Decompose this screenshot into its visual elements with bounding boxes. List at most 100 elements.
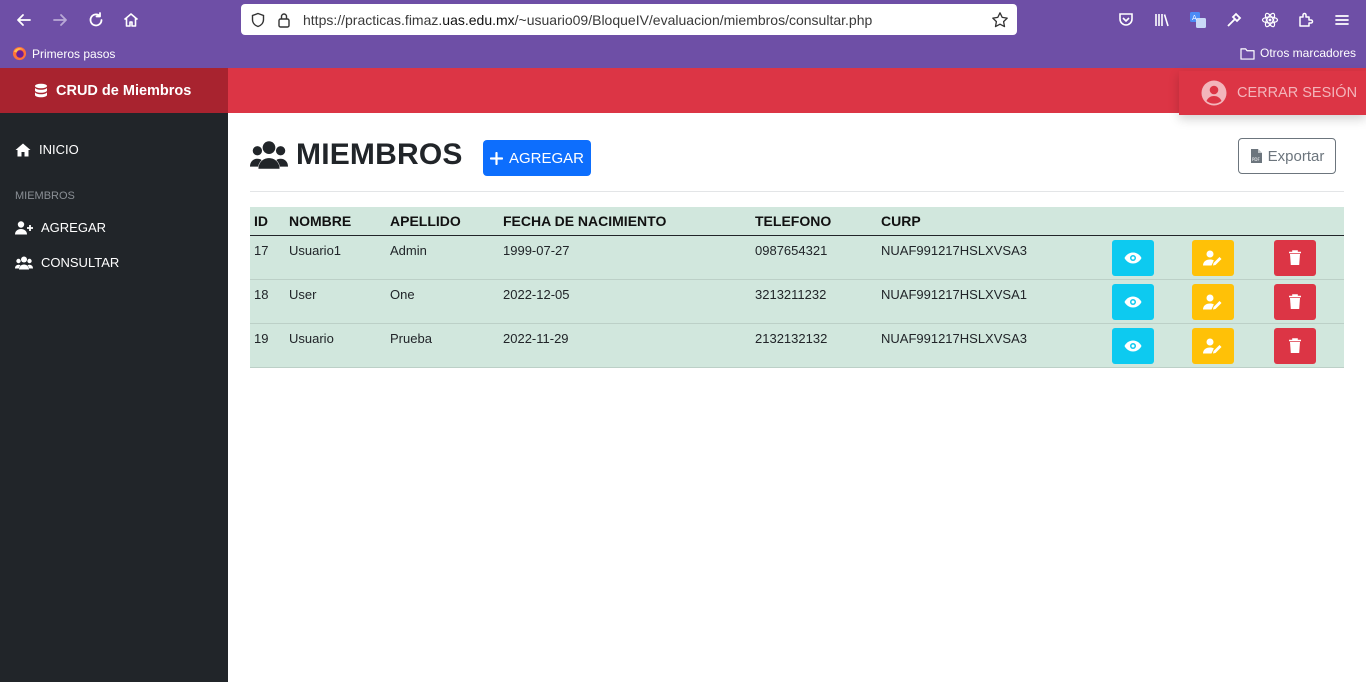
cell-curp: NUAF991217HSLXVSA3 <box>877 235 1108 280</box>
library-icon[interactable] <box>1151 9 1173 31</box>
logout-button[interactable]: CERRAR SESIÓN <box>1179 71 1366 115</box>
cell-view <box>1108 323 1188 368</box>
cell-id: 17 <box>250 235 285 280</box>
bookmarks-bar: Primeros pasos Otros marcadores <box>0 40 1366 67</box>
col-header-apellido: APELLIDO <box>386 207 499 236</box>
sidebar-section-heading: MIEMBROS <box>15 190 75 202</box>
view-button[interactable] <box>1112 239 1154 276</box>
user-plus-icon <box>15 220 33 234</box>
arrow-left-icon <box>17 14 31 26</box>
bookmark-primeros-pasos[interactable]: Primeros pasos <box>12 46 115 61</box>
cell-view <box>1108 279 1188 324</box>
page-header: MIEMBROS <box>250 138 463 172</box>
export-button[interactable]: PDF Exportar <box>1238 138 1336 174</box>
forward-button[interactable] <box>48 8 72 32</box>
sidebar-item-consultar[interactable]: CONSULTAR <box>15 255 119 270</box>
sidebar-brand[interactable]: CRUD de Miembros <box>0 68 228 113</box>
col-header-nombre: NOMBRE <box>285 207 386 236</box>
cell-view <box>1108 235 1188 280</box>
plus-icon <box>489 151 503 165</box>
cell-fecha: 2022-11-29 <box>499 323 751 368</box>
col-header-curp: CURP <box>877 207 1108 236</box>
eyedropper-icon[interactable] <box>1223 9 1245 31</box>
home-icon <box>15 143 31 156</box>
cell-telefono: 0987654321 <box>751 235 877 280</box>
extensions-icon[interactable] <box>1295 9 1317 31</box>
edit-button[interactable] <box>1192 239 1234 276</box>
table-header-row: ID NOMBRE APELLIDO FECHA DE NACIMIENTO T… <box>250 207 1344 236</box>
table-row: 19 Usuario Prueba 2022-11-29 2132132132 … <box>250 323 1344 368</box>
cell-id: 18 <box>250 279 285 324</box>
edit-button[interactable] <box>1192 283 1234 320</box>
trash-icon <box>1289 337 1301 353</box>
lock-icon[interactable] <box>275 11 293 29</box>
pocket-icon[interactable] <box>1115 9 1137 31</box>
translate-icon[interactable]: A <box>1187 9 1209 31</box>
view-button[interactable] <box>1112 283 1154 320</box>
page-title: MIEMBROS <box>296 138 463 171</box>
delete-button[interactable] <box>1274 327 1316 364</box>
view-button[interactable] <box>1112 327 1154 364</box>
react-devtools-icon[interactable] <box>1259 9 1281 31</box>
reload-button[interactable] <box>84 8 108 32</box>
menu-icon[interactable] <box>1331 9 1353 31</box>
delete-button[interactable] <box>1274 239 1316 276</box>
database-icon <box>35 83 47 97</box>
col-header-fecha: FECHA DE NACIMIENTO <box>499 207 751 236</box>
reload-icon <box>89 12 103 27</box>
home-button[interactable] <box>119 8 143 32</box>
add-member-button[interactable]: AGREGAR <box>483 140 591 176</box>
cell-edit <box>1188 235 1270 280</box>
col-header-view <box>1108 207 1188 236</box>
back-button[interactable] <box>12 8 36 32</box>
firefox-icon <box>12 46 27 61</box>
url-text[interactable]: https://practicas.fimaz.uas.edu.mx/~usua… <box>303 12 872 28</box>
bookmark-otros-marcadores[interactable]: Otros marcadores <box>1240 46 1356 60</box>
folder-icon <box>1240 47 1255 60</box>
top-navbar: CERRAR SESIÓN <box>228 68 1366 115</box>
svg-text:PDF: PDF <box>1252 157 1260 162</box>
sidebar-item-agregar[interactable]: AGREGAR <box>15 220 106 235</box>
users-icon <box>250 141 288 169</box>
col-header-telefono: TELEFONO <box>751 207 877 236</box>
table-row: 17 Usuario1 Admin 1999-07-27 0987654321 … <box>250 235 1344 280</box>
col-header-id: ID <box>250 207 285 236</box>
cell-edit <box>1188 279 1270 324</box>
table-row: 18 User One 2022-12-05 3213211232 NUAF99… <box>250 279 1344 324</box>
cell-edit <box>1188 323 1270 368</box>
sidebar-item-inicio[interactable]: INICIO <box>15 142 79 157</box>
cell-delete <box>1270 279 1344 324</box>
home-icon <box>123 13 139 27</box>
cell-nombre: Usuario <box>285 323 386 368</box>
arrow-right-icon <box>53 14 67 26</box>
cell-apellido: Admin <box>386 235 499 280</box>
col-header-delete <box>1270 207 1344 236</box>
cell-delete <box>1270 235 1344 280</box>
members-table: ID NOMBRE APELLIDO FECHA DE NACIMIENTO T… <box>250 207 1344 368</box>
cell-fecha: 2022-12-05 <box>499 279 751 324</box>
cell-telefono: 2132132132 <box>751 323 877 368</box>
star-icon[interactable] <box>991 11 1009 29</box>
cell-apellido: Prueba <box>386 323 499 368</box>
cell-id: 19 <box>250 323 285 368</box>
edit-button[interactable] <box>1192 327 1234 364</box>
cell-fecha: 1999-07-27 <box>499 235 751 280</box>
cell-delete <box>1270 323 1344 368</box>
cell-telefono: 3213211232 <box>751 279 877 324</box>
divider <box>250 191 1344 192</box>
col-header-edit <box>1188 207 1270 236</box>
user-edit-icon <box>1203 294 1222 309</box>
url-bar[interactable]: https://practicas.fimaz.uas.edu.mx/~usua… <box>241 4 1017 35</box>
trash-icon <box>1289 249 1301 265</box>
eye-icon <box>1124 340 1142 351</box>
user-circle-icon <box>1201 80 1227 106</box>
browser-toolbar: https://practicas.fimaz.uas.edu.mx/~usua… <box>0 0 1366 68</box>
trash-icon <box>1289 293 1301 309</box>
file-pdf-icon: PDF <box>1250 149 1262 163</box>
cell-nombre: User <box>285 279 386 324</box>
cell-curp: NUAF991217HSLXVSA3 <box>877 323 1108 368</box>
cell-nombre: Usuario1 <box>285 235 386 280</box>
shield-icon[interactable] <box>249 11 267 29</box>
delete-button[interactable] <box>1274 283 1316 320</box>
svg-text:A: A <box>1192 14 1197 22</box>
